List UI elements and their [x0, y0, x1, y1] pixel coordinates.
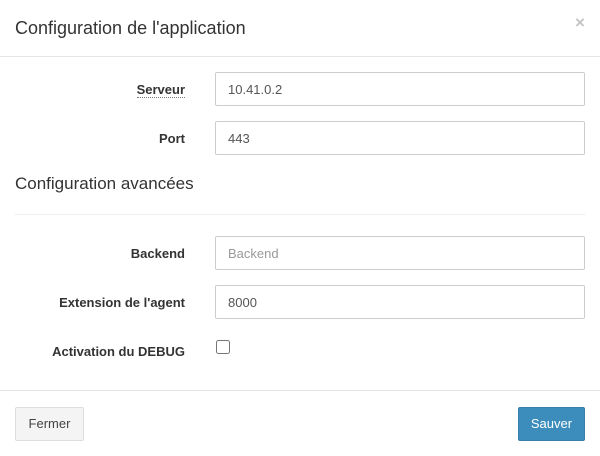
- advanced-section-title: Configuration avancées: [15, 174, 194, 193]
- port-label: Port: [159, 131, 185, 146]
- modal-title: Configuration de l'application: [15, 18, 246, 38]
- save-button[interactable]: Sauver: [518, 407, 585, 441]
- section-divider: [15, 214, 585, 215]
- modal-header: Configuration de l'application ×: [0, 0, 600, 57]
- server-input[interactable]: [215, 72, 585, 106]
- debug-label: Activation du DEBUG: [52, 344, 185, 359]
- modal-footer: Fermer Sauver: [0, 390, 600, 456]
- port-input[interactable]: [215, 121, 585, 155]
- agent-extension-label: Extension de l'agent: [59, 295, 185, 310]
- close-button[interactable]: Fermer: [15, 407, 84, 441]
- backend-input[interactable]: [215, 236, 585, 270]
- agent-extension-input[interactable]: [215, 285, 585, 319]
- app-config-modal: Configuration de l'application × Serveur…: [0, 0, 600, 456]
- close-icon[interactable]: ×: [571, 13, 589, 33]
- debug-checkbox[interactable]: [216, 340, 230, 354]
- server-label: Serveur: [136, 82, 185, 98]
- backend-label: Backend: [130, 246, 185, 261]
